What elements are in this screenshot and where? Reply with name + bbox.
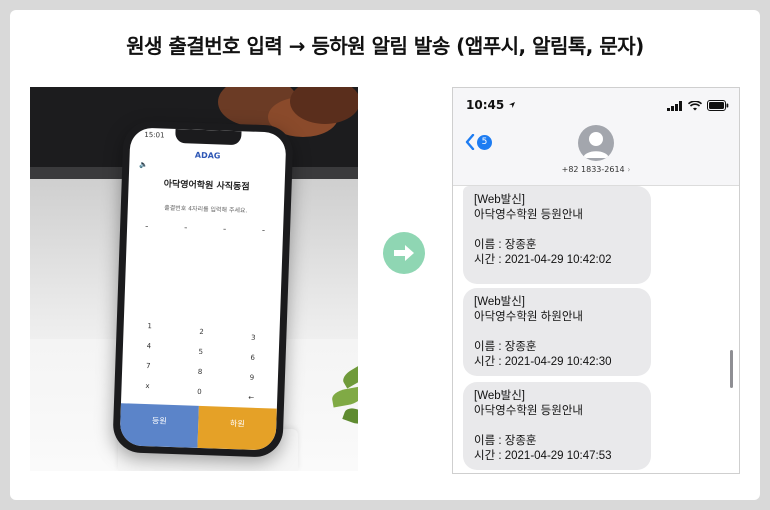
- checkin-button[interactable]: 등원: [119, 403, 199, 448]
- code-digit-slot: -: [183, 223, 188, 234]
- checkout-button[interactable]: 하원: [197, 405, 277, 451]
- key-0[interactable]: 0: [173, 381, 226, 403]
- message-line: 시간 : 2021-04-29 10:42:30: [474, 356, 612, 368]
- phone-screen: 15:01 ADAG 🔈 아닥영어학원 사직동점 출결번호 4자리를 입력해 주…: [119, 127, 287, 451]
- message-line: [474, 325, 640, 340]
- signal-icon: [667, 100, 682, 111]
- app-logo: ADAG: [194, 150, 221, 161]
- message-line: [Web발신]: [474, 194, 525, 206]
- person-icon: [583, 132, 609, 158]
- battery-icon: [707, 100, 729, 111]
- key-clear[interactable]: x: [121, 375, 174, 397]
- status-bar-icons: [667, 100, 729, 111]
- key-4[interactable]: 4: [123, 335, 176, 357]
- message-line: [474, 223, 640, 238]
- key-8[interactable]: 8: [174, 361, 227, 383]
- code-digit-slot: -: [261, 226, 266, 237]
- code-digit-slot: -: [144, 221, 149, 233]
- key-2[interactable]: 2: [175, 321, 228, 343]
- contact-number[interactable]: +82 1833-2614 ›: [453, 165, 739, 174]
- message-line: 시간 : 2021-04-29 10:42:02: [474, 254, 612, 266]
- attendance-app-photo: 15:01 ADAG 🔈 아닥영어학원 사직동점 출결번호 4자리를 입력해 주…: [30, 87, 358, 471]
- back-button[interactable]: 5: [465, 134, 492, 150]
- number-keypad: 1 2 3 4 5 6 7 8 9 x 0 ←: [121, 315, 280, 408]
- message-line: 이름 : 장종훈: [474, 239, 537, 251]
- phone-notch: [175, 128, 242, 146]
- message-line: 아닥영수학원 등원안내: [474, 405, 583, 417]
- message-line: [Web발신]: [474, 390, 525, 402]
- speaker-icon[interactable]: 🔈: [139, 161, 148, 169]
- academy-name: 아닥영어학원 사직동점: [163, 179, 250, 193]
- message-line: 시간 : 2021-04-29 10:47:53: [474, 450, 612, 462]
- scrollbar[interactable]: [730, 350, 733, 388]
- status-bar-time: 10:45: [466, 98, 516, 112]
- message-line: 이름 : 장종훈: [474, 435, 537, 447]
- message-line: 아닥영수학원 등원안내: [474, 209, 583, 221]
- code-digit-slot: -: [222, 224, 227, 235]
- message-line: 아닥영수학원 하원안내: [474, 311, 583, 323]
- chevron-left-icon: [465, 134, 475, 150]
- key-7[interactable]: 7: [122, 355, 175, 377]
- key-6[interactable]: 6: [226, 347, 279, 369]
- sms-conversation: 10:45 5 +82 1833-2614 › [Web발신] 아닥영수학원 등…: [452, 87, 740, 474]
- message-bubble[interactable]: [Web발신] 아닥영수학원 등원안내 이름 : 장종훈 시간 : 2021-0…: [463, 186, 651, 284]
- content-frame: 원생 출결번호 입력 → 등하원 알림 발송 (앱푸시, 알림톡, 문자) 15…: [10, 10, 760, 500]
- wifi-icon: [688, 100, 702, 110]
- attendance-buttons: 등원 하원: [119, 403, 277, 451]
- conversation-header: 10:45 5 +82 1833-2614 ›: [453, 88, 739, 186]
- message-line: 이름 : 장종훈: [474, 341, 537, 353]
- message-line: [474, 419, 640, 434]
- arrow-right-icon: [383, 232, 425, 274]
- headline: 원생 출결번호 입력 → 등하원 알림 발송 (앱푸시, 알림톡, 문자): [126, 34, 644, 58]
- key-5[interactable]: 5: [174, 341, 227, 363]
- location-arrow-icon: [509, 102, 516, 108]
- key-backspace[interactable]: ←: [225, 387, 278, 409]
- phone-status-time: 15:01: [144, 130, 165, 140]
- key-9[interactable]: 9: [226, 367, 279, 389]
- attendance-code-input[interactable]: - - - -: [145, 222, 265, 236]
- smartphone: 15:01 ADAG 🔈 아닥영어학원 사직동점 출결번호 4자리를 입력해 주…: [112, 120, 294, 458]
- message-bubble[interactable]: [Web발신] 아닥영수학원 등원안내 이름 : 장종훈 시간 : 2021-0…: [463, 382, 651, 470]
- key-3[interactable]: 3: [227, 327, 280, 349]
- unread-count-badge: 5: [477, 134, 492, 150]
- message-bubble[interactable]: [Web발신] 아닥영수학원 하원안내 이름 : 장종훈 시간 : 2021-0…: [463, 288, 651, 376]
- attendance-prompt: 출결번호 4자리를 입력해 주세요.: [164, 204, 248, 215]
- contact-avatar[interactable]: [578, 125, 614, 161]
- chevron-right-icon: ›: [627, 165, 631, 174]
- message-line: [Web발신]: [474, 296, 525, 308]
- key-1[interactable]: 1: [123, 315, 176, 337]
